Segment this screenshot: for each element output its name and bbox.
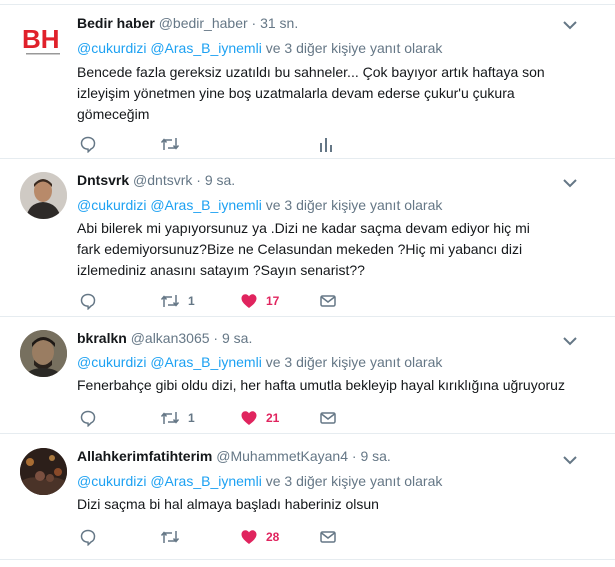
like-icon [241,294,257,308]
retweet-icon [160,412,180,424]
user-name[interactable]: Bedir haber [77,15,155,31]
user-name[interactable]: Dntsvrk [77,172,129,188]
reply-icon [80,410,96,427]
dm-button[interactable] [319,527,337,547]
chevron-down-icon[interactable] [562,453,578,465]
tweet-text: Abi bilerek mi yapıyorsunuz ya .Dizi ne … [77,220,530,278]
chevron-down-icon[interactable] [562,334,578,346]
avatar[interactable] [20,330,67,377]
like-count: 21 [266,411,280,425]
reply-context: @cukurdizi @Aras_B_iynemli ve 3 diğer ki… [77,196,442,214]
reply-handles-link[interactable]: @cukurdizi @Aras_B_iynemli [77,473,262,489]
avatar[interactable] [20,172,67,219]
reply-button[interactable] [79,134,97,154]
like-button[interactable]: 28 [240,527,279,547]
retweet-button[interactable]: 1 [160,291,195,311]
tweet[interactable]: BH Bedir haber @bedir_haber · 31 sn. @cu… [0,4,615,159]
retweet-count: 1 [188,411,195,425]
reply-handles-link[interactable]: @cukurdizi @Aras_B_iynemli [77,197,262,213]
avatar[interactable]: BH [20,17,67,64]
reply-button[interactable] [79,291,97,311]
retweet-count: 1 [188,294,195,308]
tweet-header: bkralkn @alkan3065 · 9 sa. [77,330,253,346]
tweet-text: Bencede fazla gereksiz uzatıldı bu sahne… [77,64,545,122]
retweet-button[interactable] [160,134,180,154]
reply-context: @cukurdizi @Aras_B_iynemli ve 3 diğer ki… [77,39,442,57]
tweet[interactable]: bkralkn @alkan3065 · 9 sa. @cukurdizi @A… [0,317,615,434]
tweet[interactable]: Allahkerimfatihterim @MuhammetKayan4 · 9… [0,434,615,560]
user-handle[interactable]: @bedir_haber [159,15,248,31]
reply-context: @cukurdizi @Aras_B_iynemli ve 3 diğer ki… [77,472,442,490]
reply-suffix: ve 3 diğer kişiye yanıt olarak [265,197,443,213]
tweet-header: Bedir haber @bedir_haber · 31 sn. [77,15,299,31]
like-count: 17 [266,294,280,308]
retweet-icon [160,531,180,543]
reply-icon [80,136,96,153]
user-name[interactable]: Allahkerimfatihterim [77,448,212,464]
tweet-text: Fenerbahçe gibi oldu dizi, her hafta umu… [77,377,565,393]
reply-context: @cukurdizi @Aras_B_iynemli ve 3 diğer ki… [77,353,442,371]
user-handle[interactable]: @alkan3065 [131,330,210,346]
chevron-down-icon[interactable] [562,18,578,30]
avatar-logo-text: BH [22,24,60,54]
dm-button[interactable] [319,408,337,428]
dm-button[interactable] [319,291,337,311]
analytics-button[interactable] [318,134,334,154]
timestamp[interactable]: 9 sa. [205,172,235,188]
reply-icon [80,293,96,310]
reply-icon [80,529,96,546]
dm-icon [320,412,336,424]
timestamp[interactable]: 31 sn. [260,15,298,31]
like-icon [241,530,257,544]
analytics-icon [320,138,332,152]
retweet-button[interactable] [160,527,180,547]
avatar[interactable] [20,448,67,495]
reply-suffix: ve 3 diğer kişiye yanıt olarak [265,354,443,370]
reply-suffix: ve 3 diğer kişiye yanıt olarak [265,40,443,56]
tweet-header: Allahkerimfatihterim @MuhammetKayan4 · 9… [77,448,391,464]
user-name[interactable]: bkralkn [77,330,127,346]
retweet-icon [160,138,180,150]
tweet-text: Dizi saçma bi hal almaya başladı haberin… [77,496,379,512]
timestamp[interactable]: 9 sa. [360,448,390,464]
timestamp[interactable]: 9 sa. [222,330,252,346]
like-icon [241,411,257,425]
reply-handles-link[interactable]: @cukurdizi @Aras_B_iynemli [77,354,262,370]
like-count: 28 [266,530,280,544]
user-handle[interactable]: @MuhammetKayan4 [216,448,348,464]
reply-suffix: ve 3 diğer kişiye yanıt olarak [265,473,443,489]
retweet-icon [160,295,180,307]
dm-icon [320,295,336,307]
reply-button[interactable] [79,408,97,428]
like-button[interactable]: 17 [240,291,279,311]
tweet[interactable]: Dntsvrk @dntsvrk · 9 sa. @cukurdizi @Ara… [0,159,615,317]
reply-handles-link[interactable]: @cukurdizi @Aras_B_iynemli [77,40,262,56]
reply-button[interactable] [79,527,97,547]
chevron-down-icon[interactable] [562,176,578,188]
tweet-header: Dntsvrk @dntsvrk · 9 sa. [77,172,236,188]
dm-icon [320,531,336,543]
user-handle[interactable]: @dntsvrk [133,172,192,188]
retweet-button[interactable]: 1 [160,408,195,428]
like-button[interactable]: 21 [240,408,279,428]
